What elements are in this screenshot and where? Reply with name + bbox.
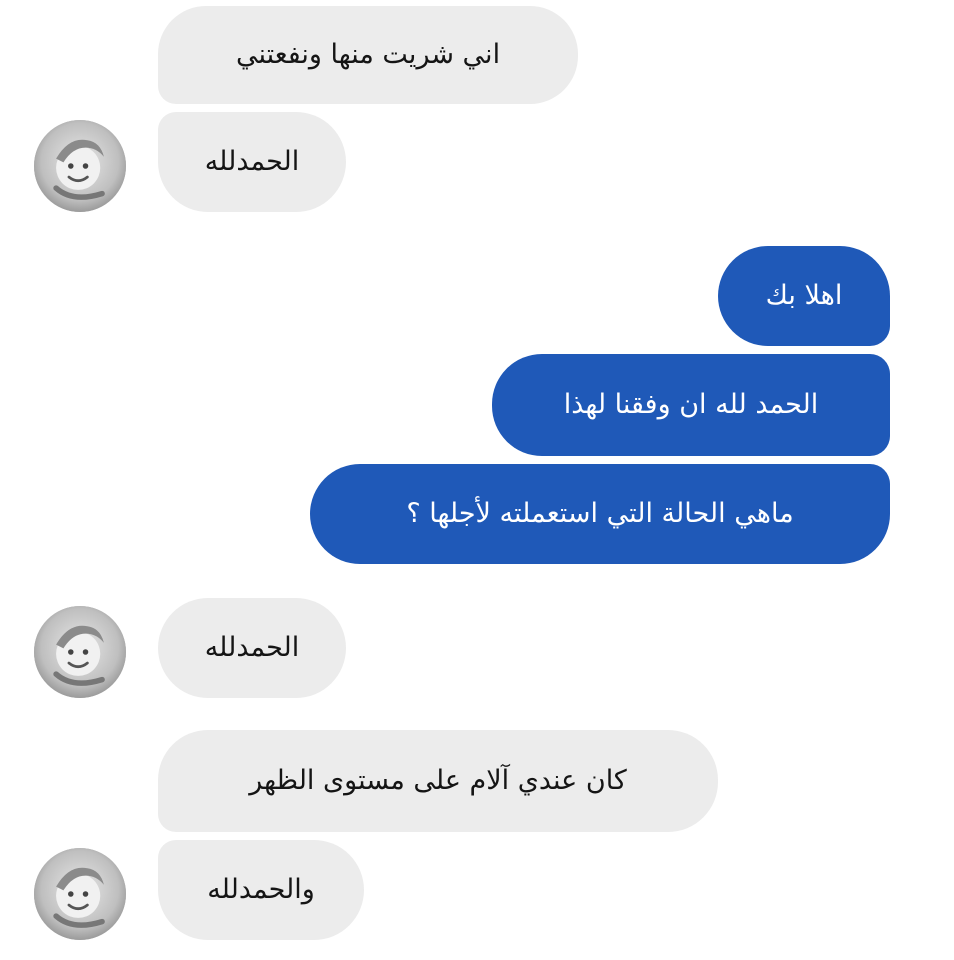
chat-thread: اني شريت منها ونفعتني الحمدلله اهلا بك ا… bbox=[0, 0, 954, 960]
message-text: اني شريت منها ونفعتني bbox=[235, 38, 501, 70]
contact-avatar[interactable] bbox=[34, 606, 126, 698]
message-text: كان عندي آلام على مستوى الظهر bbox=[249, 764, 627, 796]
message-text: اهلا بك bbox=[765, 279, 843, 311]
incoming-message[interactable]: اني شريت منها ونفعتني bbox=[158, 6, 578, 104]
avatar-photo-icon bbox=[34, 606, 126, 698]
message-text: الحمد لله ان وفقنا لهذا bbox=[563, 388, 819, 420]
outgoing-message[interactable]: اهلا بك bbox=[718, 246, 890, 346]
incoming-message[interactable]: كان عندي آلام على مستوى الظهر bbox=[158, 730, 718, 832]
outgoing-message[interactable]: الحمد لله ان وفقنا لهذا bbox=[492, 354, 890, 456]
avatar-photo-icon bbox=[34, 848, 126, 940]
message-text: الحمدلله bbox=[204, 145, 300, 177]
message-text: ماهي الحالة التي استعملته لأجلها ؟ bbox=[406, 497, 794, 529]
contact-avatar[interactable] bbox=[34, 120, 126, 212]
message-text: والحمدلله bbox=[207, 873, 315, 905]
outgoing-message[interactable]: ماهي الحالة التي استعملته لأجلها ؟ bbox=[310, 464, 890, 564]
avatar-photo-icon bbox=[34, 120, 126, 212]
incoming-message[interactable]: الحمدلله bbox=[158, 598, 346, 698]
message-text: الحمدلله bbox=[204, 631, 300, 663]
contact-avatar[interactable] bbox=[34, 848, 126, 940]
incoming-message[interactable]: الحمدلله bbox=[158, 112, 346, 212]
incoming-message[interactable]: والحمدلله bbox=[158, 840, 364, 940]
